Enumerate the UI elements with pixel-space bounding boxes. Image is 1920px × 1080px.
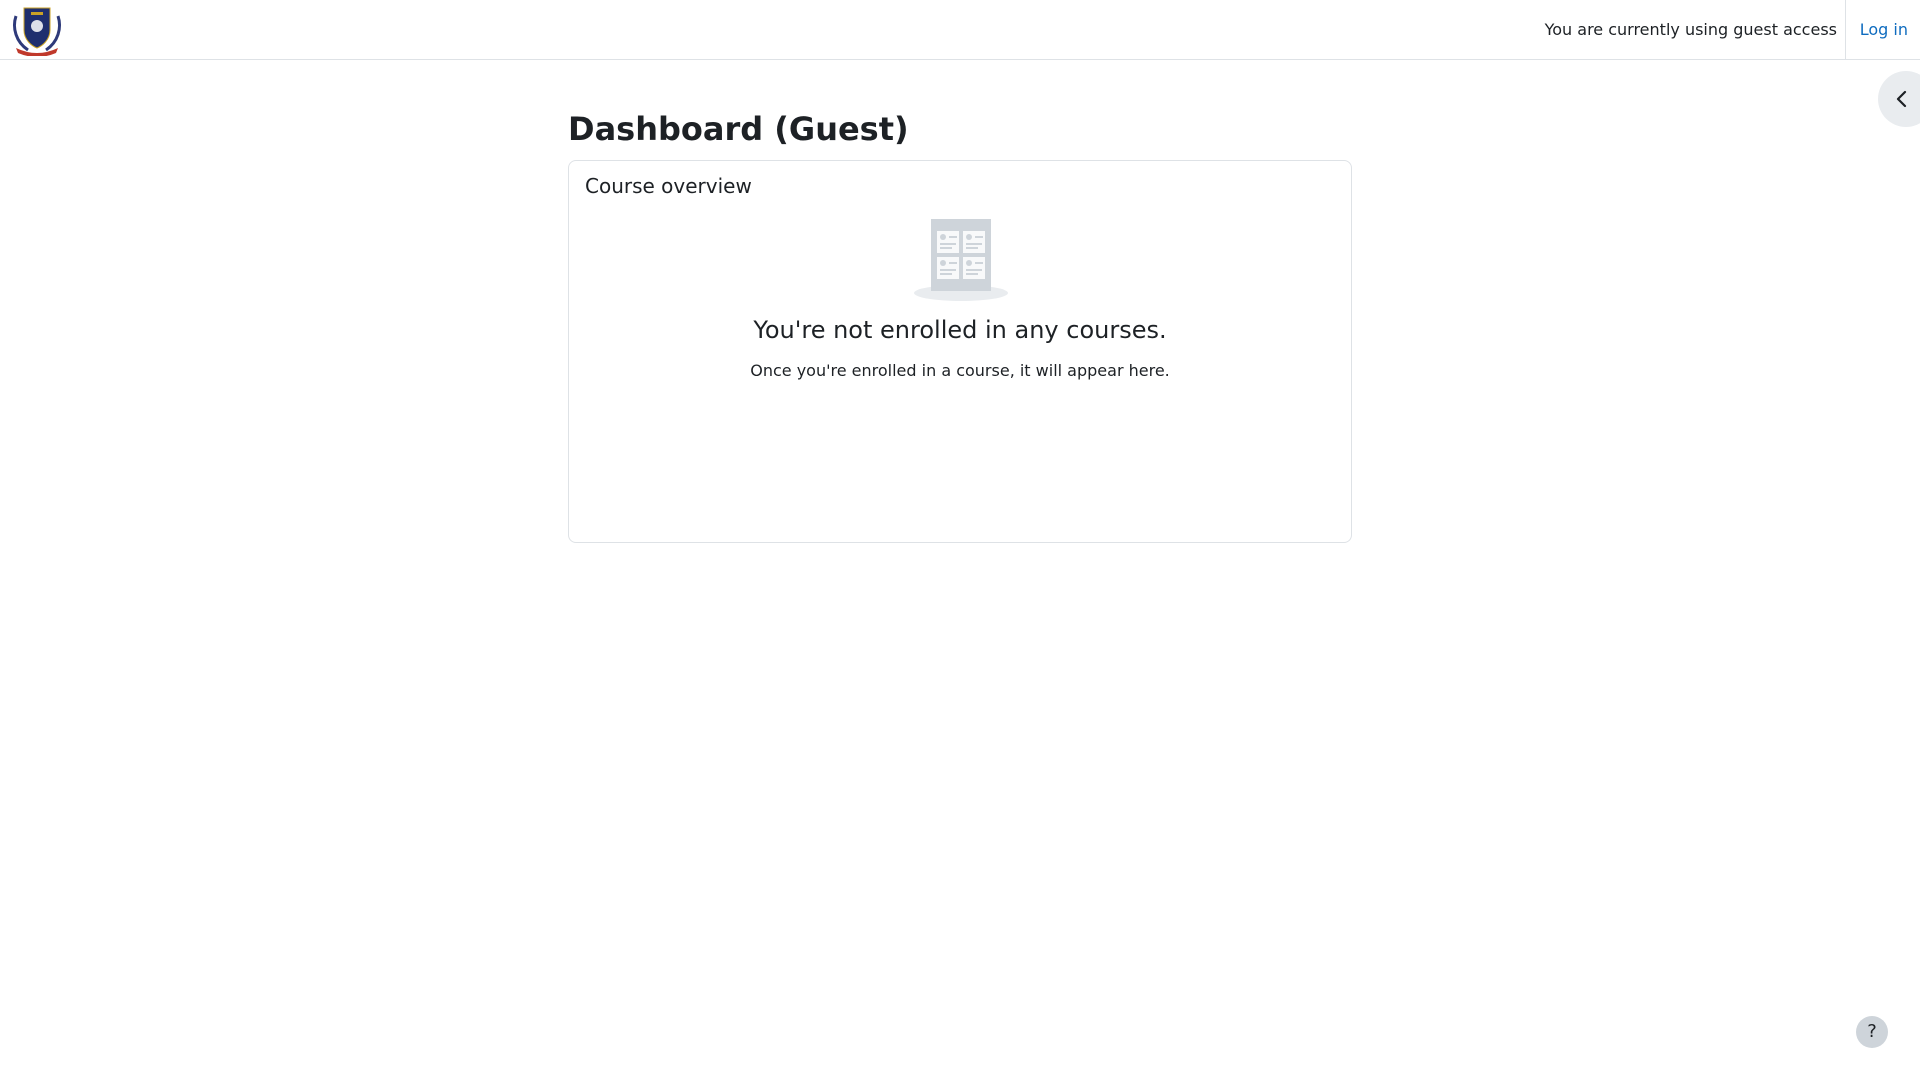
top-navbar: You are currently using guest access Log… [0, 0, 1920, 60]
question-mark-icon: ? [1867, 1021, 1877, 1042]
help-button[interactable]: ? [1856, 1016, 1888, 1048]
block-title: Course overview [585, 174, 752, 198]
courses-grid-icon [913, 219, 1009, 301]
chevron-left-icon [1896, 90, 1907, 108]
empty-state-heading: You're not enrolled in any courses. [753, 316, 1167, 344]
page-title: Dashboard (Guest) [568, 110, 909, 148]
course-overview-block: Course overview You're not enrolled in a… [568, 160, 1352, 543]
login-link[interactable]: Log in [1860, 0, 1908, 59]
guest-access-notice: You are currently using guest access [1545, 0, 1846, 59]
school-logo[interactable] [10, 4, 64, 57]
crest-logo-icon [13, 7, 61, 57]
empty-state-message: Once you're enrolled in a course, it wil… [750, 361, 1170, 380]
open-block-drawer-button[interactable] [1878, 71, 1920, 127]
